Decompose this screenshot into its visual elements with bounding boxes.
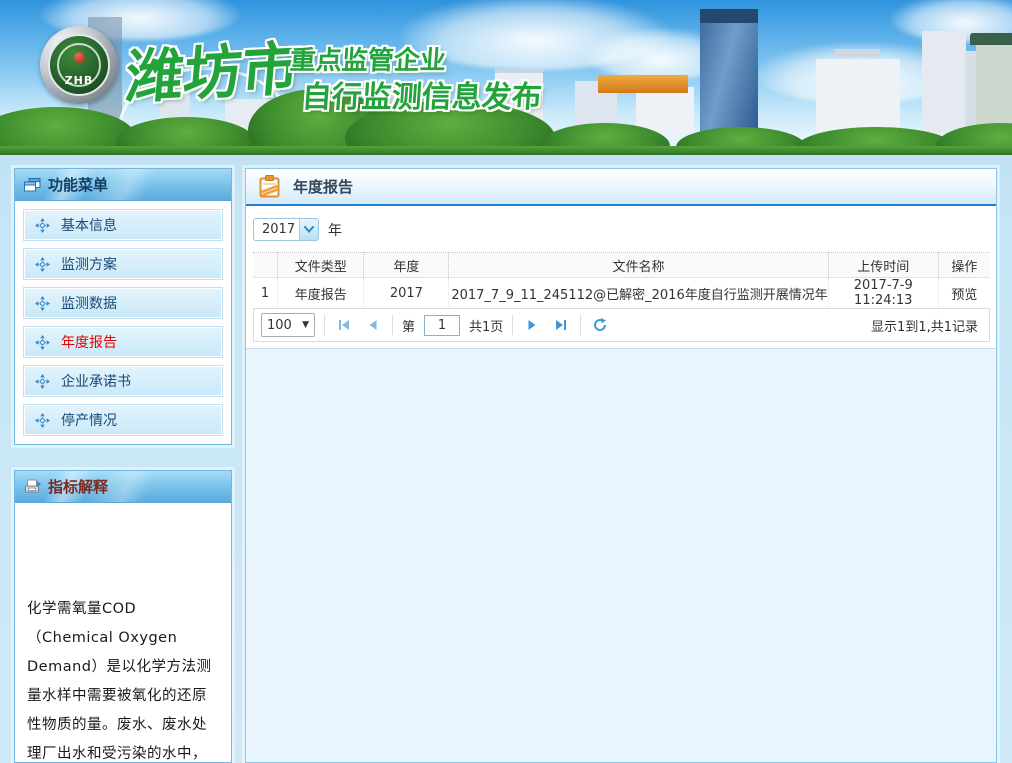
- year-select[interactable]: 2017: [253, 218, 319, 241]
- sidebar-item-production-halt[interactable]: 停产情况: [23, 404, 223, 436]
- building: [636, 87, 694, 133]
- header-index: [253, 253, 278, 278]
- header-file-type: 文件类型: [278, 253, 364, 278]
- move-arrow-icon: [35, 374, 50, 389]
- sidebar-item-label: 年度报告: [61, 332, 117, 352]
- grass-strip: [0, 146, 1012, 155]
- move-arrow-icon: [35, 296, 50, 311]
- year-select-value: 2017: [262, 222, 295, 237]
- environmental-protection-logo: ZHB: [40, 26, 118, 104]
- clipboard-icon: [259, 175, 280, 198]
- logo-red-dot: [74, 52, 85, 63]
- year-unit-label: 年: [328, 220, 342, 240]
- printer-export-icon: [24, 479, 41, 494]
- pager-separator: [324, 315, 325, 335]
- move-arrow-icon: [35, 335, 50, 350]
- city-title: 潍坊市: [122, 21, 303, 115]
- annual-report-panel: 年度报告 2017 年 文件类型 年度 文件名称: [245, 168, 997, 763]
- refresh-button[interactable]: [590, 315, 610, 335]
- indicator-panel-header: 指标解释: [15, 471, 231, 503]
- table-header-row: 文件类型 年度 文件名称 上传时间 操作: [253, 253, 990, 278]
- function-menu-list: 基本信息 监测方案 监测数据: [15, 201, 231, 444]
- indicator-panel-title: 指标解释: [48, 476, 108, 497]
- previous-page-button[interactable]: [363, 315, 383, 335]
- function-menu-panel: 功能菜单 基本信息 监测方案: [14, 168, 232, 445]
- caret-down-icon: ▼: [302, 320, 309, 330]
- pager-separator: [392, 315, 393, 335]
- header-upload-time: 上传时间: [828, 253, 938, 278]
- page-prefix-label: 第: [402, 316, 415, 335]
- billboard: [598, 75, 688, 93]
- indicator-explanation-text: 化学需氧量COD（Chemical Oxygen Demand）是以化学方法测量…: [15, 503, 231, 763]
- last-page-button[interactable]: [551, 315, 571, 335]
- record-summary: 显示1到1,共1记录: [871, 316, 982, 335]
- annual-report-content: 2017 年 文件类型 年度 文件名称 上传时间 操作: [246, 206, 996, 349]
- annual-report-table: 文件类型 年度 文件名称 上传时间 操作 1 年度报告 2017 2017_7_…: [253, 252, 990, 309]
- sidebar-item-label: 监测方案: [61, 254, 117, 274]
- pagination-bar: 100 ▼ 第 共1页: [253, 308, 990, 342]
- cell-file-type: 年度报告: [278, 278, 364, 309]
- site-banner: ZHB 潍坊市 重点监管企业 自行监测信息发布: [0, 0, 1012, 155]
- building: [922, 31, 966, 133]
- header-year: 年度: [364, 253, 449, 278]
- sidebar-item-monitoring-plan[interactable]: 监测方案: [23, 248, 223, 280]
- cell-upload-time: 2017-7-9 11:24:13: [828, 278, 938, 309]
- banner-subtitle-line2: 自行监测信息发布: [300, 72, 543, 116]
- first-page-button[interactable]: [334, 315, 354, 335]
- pager-separator: [580, 315, 581, 335]
- annual-report-header: 年度报告: [246, 169, 996, 206]
- windows-icon: [24, 178, 41, 192]
- year-filter-row: 2017 年: [253, 218, 989, 241]
- cell-file-name: 2017_7_9_11_245112@已解密_2016年度自行监测开展情况年: [449, 278, 828, 309]
- header-file-name: 文件名称: [449, 253, 828, 278]
- page-title: 年度报告: [293, 176, 353, 197]
- glass-tower-building: [700, 9, 758, 133]
- sidebar-item-enterprise-commitment[interactable]: 企业承诺书: [23, 365, 223, 397]
- sidebar-item-label: 企业承诺书: [61, 371, 131, 391]
- building: [816, 59, 900, 133]
- chevron-down-icon: [299, 219, 318, 240]
- page-size-value: 100: [267, 318, 292, 333]
- page-number-input[interactable]: [424, 315, 460, 336]
- cell-index: 1: [253, 278, 278, 309]
- sidebar-item-monitoring-data[interactable]: 监测数据: [23, 287, 223, 319]
- header-action: 操作: [938, 253, 990, 278]
- page-total-label: 共1页: [469, 316, 503, 335]
- pagoda-building: [976, 45, 1012, 133]
- preview-link[interactable]: 预览: [938, 278, 990, 309]
- sidebar-item-label: 基本信息: [61, 215, 117, 235]
- sidebar-item-label: 监测数据: [61, 293, 117, 313]
- function-menu-title: 功能菜单: [48, 174, 108, 195]
- function-menu-header: 功能菜单: [15, 169, 231, 201]
- table-row: 1 年度报告 2017 2017_7_9_11_245112@已解密_2016年…: [253, 278, 990, 309]
- move-arrow-icon: [35, 413, 50, 428]
- pager-separator: [512, 315, 513, 335]
- move-arrow-icon: [35, 218, 50, 233]
- next-page-button[interactable]: [522, 315, 542, 335]
- indicator-explanation-panel: 指标解释 化学需氧量COD（Chemical Oxygen Demand）是以化…: [14, 470, 232, 763]
- logo-zhb-text: ZHB: [50, 74, 108, 87]
- logo-emblem: ZHB: [48, 34, 110, 96]
- page-size-select[interactable]: 100 ▼: [261, 313, 315, 337]
- move-arrow-icon: [35, 257, 50, 272]
- sidebar-item-label: 停产情况: [61, 410, 117, 430]
- sidebar-item-basic-info[interactable]: 基本信息: [23, 209, 223, 241]
- cell-year: 2017: [364, 278, 449, 309]
- sidebar-item-annual-report[interactable]: 年度报告: [23, 326, 223, 358]
